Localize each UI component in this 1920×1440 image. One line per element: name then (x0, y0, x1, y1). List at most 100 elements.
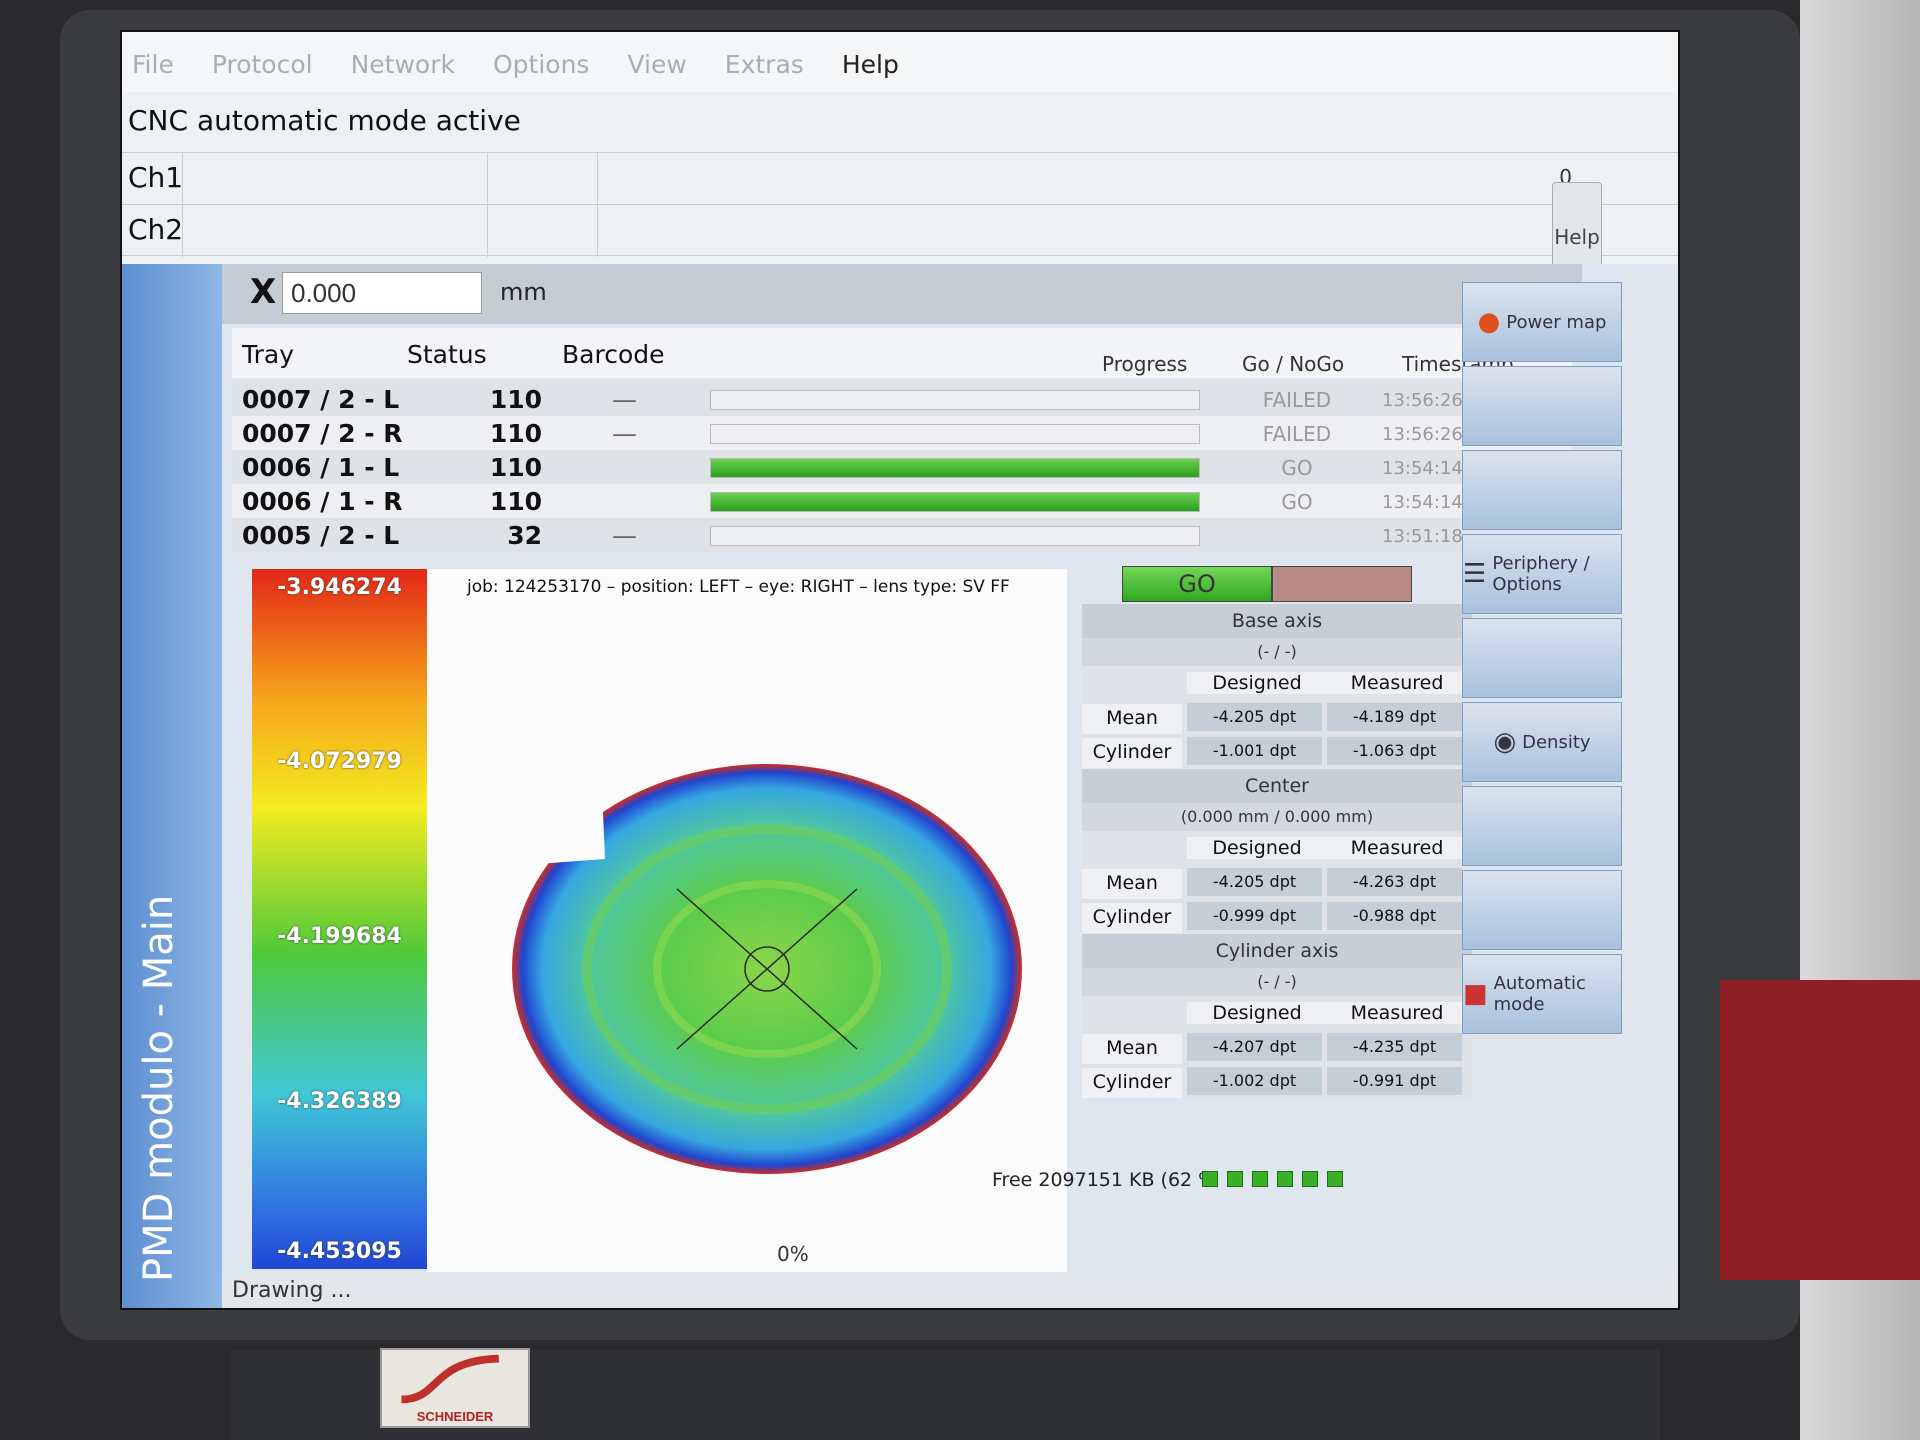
row-label: Cylinder (1082, 738, 1182, 768)
measurement-panel: Base axis (- / -) Designed Measured Mean -4.2… (1082, 604, 1472, 768)
menu-help[interactable]: Help (842, 50, 899, 92)
status-bar: Drawing ... (222, 1272, 1678, 1308)
lens-power-map (512, 764, 1022, 1174)
status-cell: 110 (489, 487, 542, 516)
col-progress[interactable]: Progress (1102, 352, 1187, 376)
empty-toolbar-button[interactable] (1462, 366, 1622, 446)
legend-tick: -4.326389 (277, 1089, 402, 1114)
table-row[interactable]: 0007 / 2 - L 110 — FAILED 13:56:26 (232, 382, 1572, 416)
col-tray[interactable]: Tray (242, 340, 294, 369)
legend-tick: -4.453095 (277, 1239, 402, 1264)
measurement-panel: Cylinder axis (- / -) Designed Measured Mean… (1082, 934, 1472, 1098)
measured-value: -0.991 dpt (1327, 1067, 1462, 1095)
measured-value: -0.988 dpt (1327, 902, 1462, 930)
menu-network[interactable]: Network (351, 50, 455, 92)
status-led-icon (1252, 1171, 1268, 1187)
measurement-row: Mean -4.205 dpt -4.189 dpt (1082, 700, 1472, 734)
timestamp-cell: 13:54:14 (1382, 492, 1463, 513)
measured-value: -1.063 dpt (1327, 737, 1462, 765)
right-toolbar: ● Power map ☰ Periphery / Options ◉ Dens… (1462, 282, 1642, 1062)
col-status[interactable]: Status (407, 340, 487, 369)
menu-options[interactable]: Options (493, 50, 589, 92)
menu-file[interactable]: File (132, 50, 174, 92)
barcode-cell: — (612, 521, 637, 550)
col-barcode[interactable]: Barcode (562, 340, 665, 369)
designed-value: -1.001 dpt (1187, 737, 1322, 765)
periphery-options-button[interactable]: ☰ Periphery / Options (1462, 534, 1622, 614)
row-label: Cylinder (1082, 903, 1182, 933)
table-row[interactable]: 0006 / 1 - R 110 GO 13:54:14 (232, 484, 1572, 518)
designed-value: -4.207 dpt (1187, 1033, 1322, 1061)
status-cell: 110 (489, 453, 542, 482)
status-leds (1202, 1171, 1343, 1187)
density-button[interactable]: ◉ Density (1462, 702, 1622, 782)
status-led-icon (1202, 1171, 1218, 1187)
free-memory: Free 2097151 KB (62 % (992, 1169, 1217, 1191)
measured-value: -4.189 dpt (1327, 703, 1462, 731)
col-gonogo[interactable]: Go / NoGo (1242, 352, 1344, 376)
row-label: Mean (1082, 1034, 1182, 1064)
automatic-mode-icon: ■ (1463, 979, 1488, 1009)
table-row[interactable]: 0006 / 1 - L 110 GO 13:54:14 (232, 450, 1572, 484)
panel-title: Center (1082, 769, 1472, 803)
status-led-icon (1302, 1171, 1318, 1187)
empty-toolbar-button[interactable] (1462, 870, 1622, 950)
designed-value: -0.999 dpt (1187, 902, 1322, 930)
mode-status: CNC automatic mode active (128, 104, 521, 137)
panel-subtitle: (0.000 mm / 0.000 mm) (1082, 803, 1472, 831)
color-scale-bar (252, 569, 427, 1269)
power-map-button[interactable]: ● Power map (1462, 282, 1622, 362)
brand-swoosh-icon (401, 1354, 499, 1404)
progress-bar (710, 390, 1200, 410)
menu-view[interactable]: View (627, 50, 686, 92)
power-map-icon: ● (1477, 307, 1501, 337)
measurement-row: Cylinder -0.999 dpt -0.988 dpt (1082, 899, 1472, 933)
empty-toolbar-button[interactable] (1462, 786, 1622, 866)
measured-value: -4.263 dpt (1327, 868, 1462, 896)
app-screen: File Protocol Network Options View Extra… (120, 30, 1680, 1310)
row-label: Mean (1082, 704, 1182, 734)
legend-tick: -4.072979 (277, 749, 402, 774)
machine-red-panel (1720, 980, 1920, 1280)
table-row[interactable]: 0005 / 2 - L 32 — 13:51:18 (232, 518, 1572, 552)
menu-extras[interactable]: Extras (725, 50, 804, 92)
periphery-label: Periphery / Options (1492, 553, 1590, 595)
progress-fill (711, 493, 1199, 511)
brand-name: SCHNEIDER (416, 1409, 494, 1424)
tray-cell: 0005 / 2 - L (242, 521, 400, 550)
gonogo-cell: GO (1281, 456, 1313, 480)
menu-protocol[interactable]: Protocol (212, 50, 313, 92)
measured-header: Measured (1327, 672, 1467, 694)
designed-value: -1.002 dpt (1187, 1067, 1322, 1095)
panel-subtitle: (- / -) (1082, 968, 1472, 996)
timestamp-cell: 13:56:26 (1382, 390, 1463, 411)
tray-cell: 0007 / 2 - R (242, 419, 403, 448)
status-led-icon (1227, 1171, 1243, 1187)
gonogo-cell: GO (1281, 490, 1313, 514)
measured-header: Measured (1327, 1002, 1467, 1024)
status-led-icon (1327, 1171, 1343, 1187)
list-icon: ☰ (1463, 559, 1487, 589)
legend-tick: -4.199684 (277, 924, 402, 949)
gonogo-cell: FAILED (1262, 422, 1332, 446)
color-legend: -3.946274 -4.072979 -4.199684 -4.326389 … (252, 569, 427, 1269)
measured-value: -4.235 dpt (1327, 1033, 1462, 1061)
barcode-cell: — (612, 385, 637, 414)
progress-bar (710, 458, 1200, 478)
status-cell: 110 (489, 419, 542, 448)
barcode-cell: — (612, 419, 637, 448)
designed-header: Designed (1187, 837, 1327, 859)
table-row[interactable]: 0007 / 2 - R 110 — FAILED 13:56:26 (232, 416, 1572, 450)
legend-tick: -3.946274 (277, 575, 402, 600)
empty-toolbar-button[interactable] (1462, 450, 1622, 530)
go-indicator: GO (1122, 566, 1272, 602)
density-label: Density (1522, 731, 1591, 753)
automatic-mode-button[interactable]: ■ Automatic mode (1462, 954, 1622, 1034)
gonogo-cell: FAILED (1262, 388, 1332, 412)
power-map-plot: job: 124253170 – position: LEFT – eye: R… (427, 569, 1067, 1289)
measurement-row: Mean -4.207 dpt -4.235 dpt (1082, 1030, 1472, 1064)
power-map-label: Power map (1506, 311, 1607, 333)
empty-toolbar-button[interactable] (1462, 618, 1622, 698)
density-icon: ◉ (1493, 727, 1517, 757)
x-axis-input[interactable] (282, 272, 482, 314)
